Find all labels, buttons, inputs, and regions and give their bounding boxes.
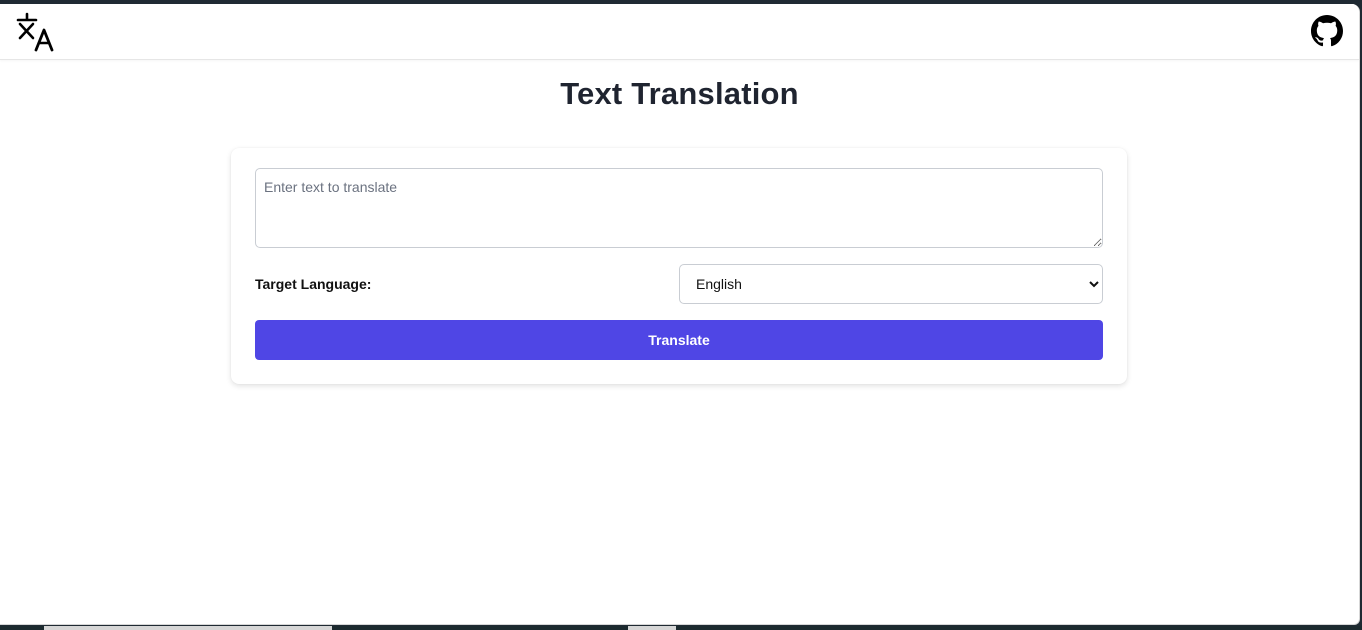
target-language-label: Target Language: [255, 276, 372, 292]
app-window: Text Translation Target Language: Englis… [0, 4, 1360, 625]
translate-icon[interactable] [16, 12, 56, 52]
translate-button[interactable]: Translate [255, 320, 1103, 360]
taskbar-segment [628, 626, 676, 630]
translation-card: Target Language: English Translate [231, 148, 1127, 384]
taskbar-strip [0, 626, 1362, 630]
target-language-select[interactable]: English [679, 264, 1103, 304]
source-text-input[interactable] [255, 168, 1103, 248]
navbar [0, 4, 1359, 60]
page-title: Text Translation [560, 76, 799, 111]
taskbar-segment [44, 626, 332, 630]
github-icon[interactable] [1311, 15, 1343, 47]
